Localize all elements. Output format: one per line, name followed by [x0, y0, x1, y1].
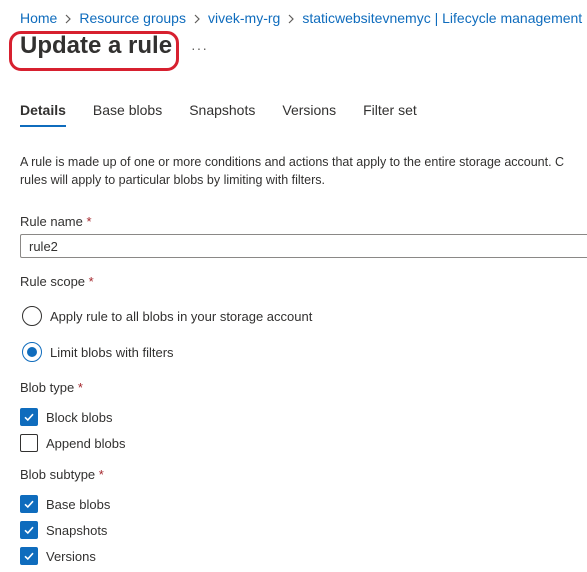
radio-checked-icon[interactable] — [22, 342, 42, 362]
radio-apply-all-blobs-label: Apply rule to all blobs in your storage … — [50, 308, 313, 324]
description-line-1: A rule is made up of one or more conditi… — [20, 155, 565, 169]
checkbox-empty-icon[interactable] — [20, 434, 38, 452]
breadcrumb: Home Resource groups vivek-my-rg staticw… — [20, 10, 582, 26]
rule-name-input[interactable] — [20, 234, 587, 258]
required-asterisk: * — [88, 274, 94, 289]
checkmark-icon[interactable] — [20, 408, 38, 426]
radio-limit-blobs-label: Limit blobs with filters — [50, 344, 174, 360]
chevron-right-icon — [280, 10, 302, 26]
checkbox-append-blobs[interactable]: Append blobs — [20, 434, 126, 452]
rule-name-label: Rule name * — [20, 214, 92, 229]
checkbox-append-blobs-label: Append blobs — [46, 435, 126, 451]
chevron-right-icon — [186, 10, 208, 26]
checkmark-icon[interactable] — [20, 547, 38, 565]
checkbox-block-blobs[interactable]: Block blobs — [20, 408, 112, 426]
required-asterisk: * — [98, 467, 104, 482]
breadcrumb-home[interactable]: Home — [20, 10, 57, 26]
checkbox-versions-label: Versions — [46, 548, 96, 564]
blob-type-label: Blob type * — [20, 380, 83, 395]
tab-bar: Details Base blobs Snapshots Versions Fi… — [20, 102, 444, 127]
checkbox-block-blobs-label: Block blobs — [46, 409, 113, 425]
tab-filter-set[interactable]: Filter set — [363, 102, 417, 127]
breadcrumb-resource-group[interactable]: vivek-my-rg — [208, 10, 280, 26]
rule-description: A rule is made up of one or more conditi… — [20, 153, 564, 189]
blob-subtype-label: Blob subtype * — [20, 467, 104, 482]
checkmark-icon[interactable] — [20, 495, 38, 513]
required-asterisk: * — [77, 380, 83, 395]
more-options-button[interactable]: ··· — [191, 40, 208, 56]
tab-details[interactable]: Details — [20, 102, 66, 127]
blob-type-label-text: Blob type — [20, 380, 75, 395]
description-line-2: rules will apply to particular blobs by … — [20, 173, 325, 187]
tab-base-blobs[interactable]: Base blobs — [93, 102, 162, 127]
blob-subtype-label-text: Blob subtype — [20, 467, 96, 482]
checkmark-icon[interactable] — [20, 521, 38, 539]
rule-scope-label: Rule scope * — [20, 274, 94, 289]
checkbox-base-blobs[interactable]: Base blobs — [20, 495, 110, 513]
radio-limit-blobs-with-filters[interactable]: Limit blobs with filters — [22, 342, 174, 362]
tab-versions[interactable]: Versions — [282, 102, 336, 127]
checkbox-snapshots[interactable]: Snapshots — [20, 521, 107, 539]
page-title: Update a rule — [20, 32, 173, 59]
rule-scope-label-text: Rule scope — [20, 274, 86, 289]
tab-snapshots[interactable]: Snapshots — [189, 102, 255, 127]
chevron-right-icon — [57, 10, 79, 26]
radio-unchecked-icon[interactable] — [22, 306, 42, 326]
breadcrumb-resource-groups[interactable]: Resource groups — [79, 10, 186, 26]
breadcrumb-storage-lifecycle[interactable]: staticwebsitevnemyc | Lifecycle manageme… — [302, 10, 582, 26]
checkbox-versions[interactable]: Versions — [20, 547, 96, 565]
required-asterisk: * — [86, 214, 92, 229]
checkbox-base-blobs-label: Base blobs — [46, 496, 111, 512]
checkbox-snapshots-label: Snapshots — [46, 522, 108, 538]
rule-name-label-text: Rule name — [20, 214, 83, 229]
radio-apply-all-blobs[interactable]: Apply rule to all blobs in your storage … — [22, 306, 312, 326]
